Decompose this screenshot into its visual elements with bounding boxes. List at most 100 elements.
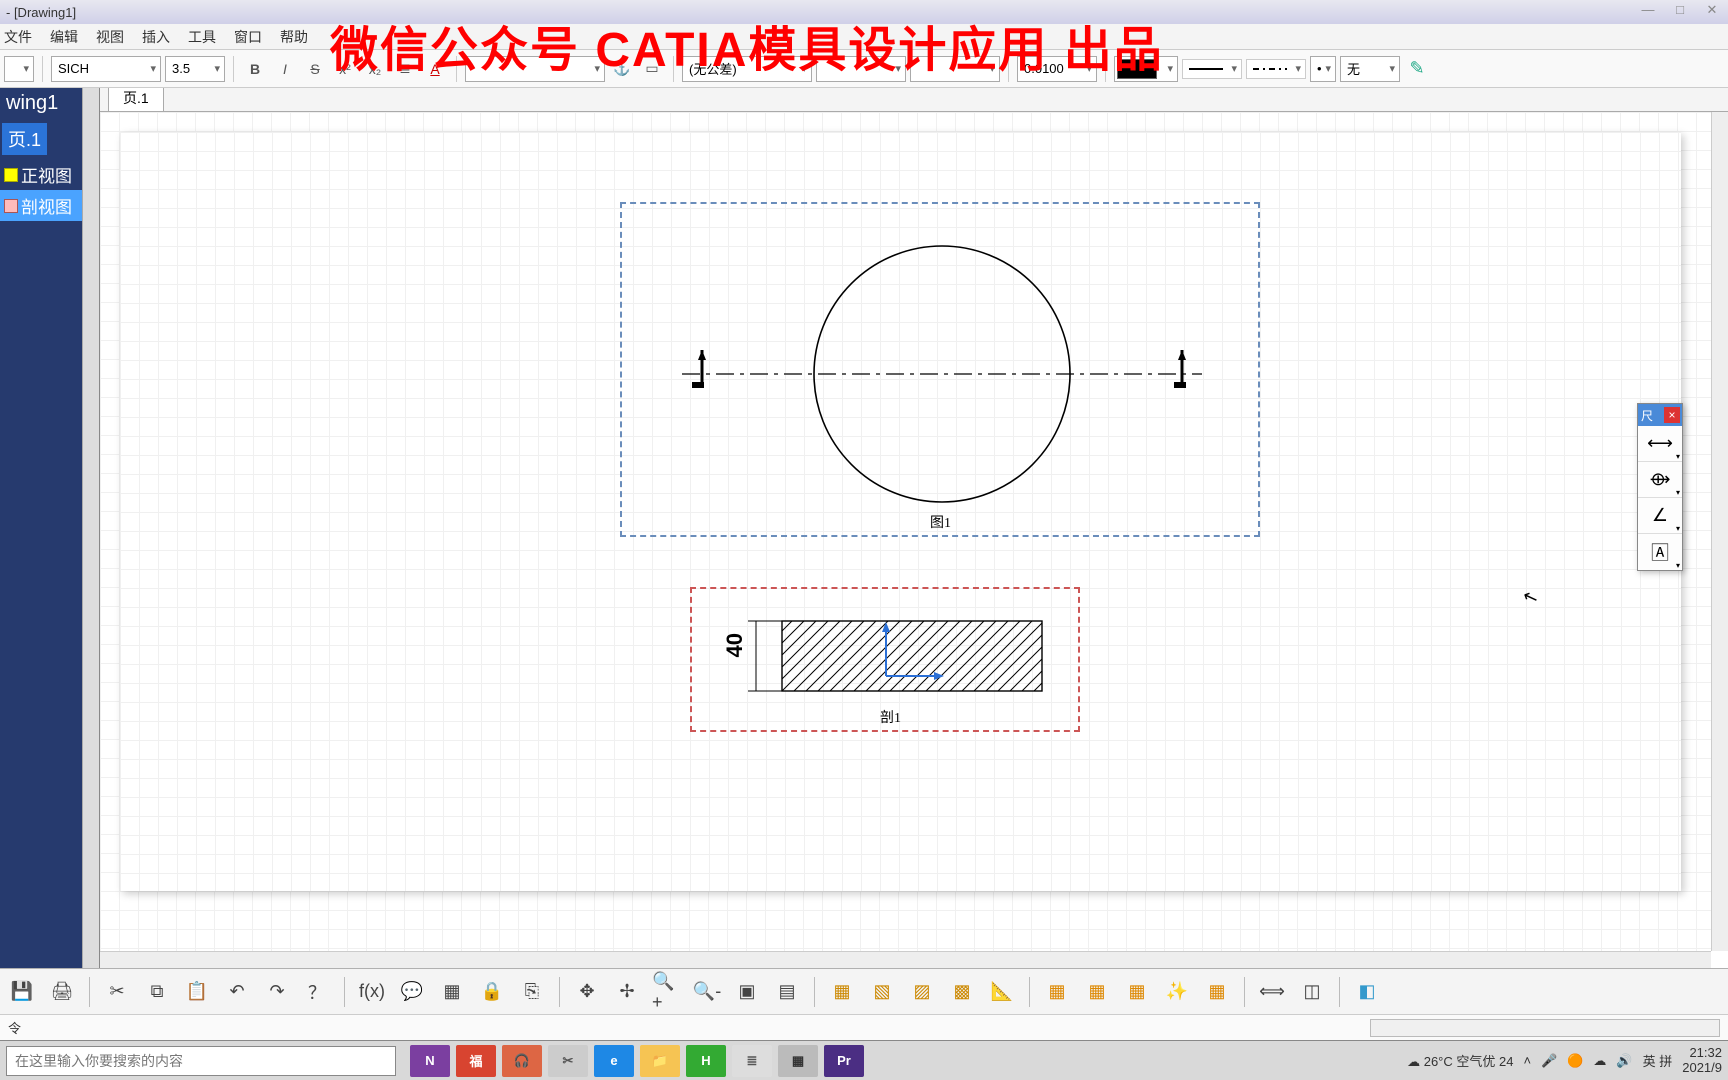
font-combo[interactable]: SICH bbox=[51, 56, 161, 82]
windows-search[interactable]: 在这里输入你要搜索的内容 bbox=[6, 1046, 396, 1076]
tray-app2-icon[interactable]: ☁ bbox=[1593, 1053, 1606, 1069]
table-icon[interactable]: ▦ bbox=[436, 976, 468, 1008]
exit-icon[interactable]: ⎘ bbox=[516, 976, 548, 1008]
step-combo[interactable]: 0.0100 bbox=[1017, 56, 1097, 82]
tol-val2[interactable] bbox=[910, 56, 1000, 82]
copy-icon[interactable]: ⧉ bbox=[141, 976, 173, 1008]
dimension-palette[interactable]: 尺 × ⟷▾ ⟴▾ ∠▾ 🄰▾ bbox=[1637, 403, 1683, 571]
save-icon[interactable]: 💾 bbox=[6, 976, 38, 1008]
italic-button[interactable]: I bbox=[272, 56, 298, 82]
linetype-solid[interactable] bbox=[1182, 59, 1242, 79]
grid4-icon[interactable]: ▩ bbox=[946, 976, 978, 1008]
app-audio-icon[interactable]: 🎧 bbox=[502, 1045, 542, 1077]
font-size-combo[interactable]: 3.5 bbox=[165, 56, 225, 82]
tray-volume-icon[interactable]: 🔊 bbox=[1616, 1053, 1632, 1069]
bottom-toolbar: 💾 🖨 ✂ ⧉ 📋 ↶ ↷ ？ f(x) 💬 ▦ 🔒 ⎘ ✥ ✢ 🔍+ 🔍- ▣… bbox=[0, 968, 1728, 1014]
grid2-icon[interactable]: ▧ bbox=[866, 976, 898, 1008]
undo-icon[interactable]: ↶ bbox=[221, 976, 253, 1008]
frame-icon[interactable]: ▭ bbox=[639, 56, 665, 82]
sheet-tab[interactable]: 页.1 bbox=[108, 88, 164, 111]
snap3-icon[interactable]: ▦ bbox=[1121, 976, 1153, 1008]
multi-view-icon[interactable]: ▤ bbox=[771, 976, 803, 1008]
text-app-icon[interactable]: ≣ bbox=[732, 1045, 772, 1077]
fx-icon[interactable]: f(x) bbox=[356, 976, 388, 1008]
balloon-icon[interactable]: 💬 bbox=[396, 976, 428, 1008]
zoomin-icon[interactable]: 🔍+ bbox=[651, 976, 683, 1008]
tolerance-combo[interactable]: (无公差) bbox=[682, 56, 812, 82]
subscript-button[interactable]: x₂ bbox=[362, 56, 388, 82]
menu-window[interactable]: 窗口 bbox=[234, 27, 262, 47]
menu-edit[interactable]: 编辑 bbox=[50, 27, 78, 47]
grid1-icon[interactable]: ▦ bbox=[826, 976, 858, 1008]
normal-view-icon[interactable]: ▣ bbox=[731, 976, 763, 1008]
dim-icon[interactable]: ⟺ bbox=[1256, 976, 1288, 1008]
canvas-scrollbar-h[interactable] bbox=[100, 951, 1711, 968]
cut-icon[interactable]: ✂ bbox=[101, 976, 133, 1008]
font-color-button[interactable]: A bbox=[422, 56, 448, 82]
line-end-combo[interactable]: 无 bbox=[1340, 56, 1400, 82]
edge-icon[interactable]: e bbox=[594, 1045, 634, 1077]
snip-icon[interactable]: ✂ bbox=[548, 1045, 588, 1077]
input-method[interactable]: 英 拼 bbox=[1643, 1051, 1673, 1070]
minimize-button[interactable]: — bbox=[1636, 2, 1660, 20]
h-app-icon[interactable]: H bbox=[686, 1045, 726, 1077]
tray-chevron-icon[interactable]: ˄ bbox=[1523, 1053, 1531, 1068]
menu-tools[interactable]: 工具 bbox=[188, 27, 216, 47]
superscript-button[interactable]: x² bbox=[332, 56, 358, 82]
app-red-icon[interactable]: 福 bbox=[456, 1045, 496, 1077]
linear-dim-button[interactable]: ⟷▾ bbox=[1638, 426, 1682, 462]
snap5-icon[interactable]: ▦ bbox=[1201, 976, 1233, 1008]
tray-mic-icon[interactable]: 🎤 bbox=[1541, 1053, 1557, 1069]
clock[interactable]: 21:32 2021/9 bbox=[1682, 1046, 1722, 1075]
radial-dim-button[interactable]: ⟴▾ bbox=[1638, 462, 1682, 498]
bold-button[interactable]: B bbox=[242, 56, 268, 82]
menu-file[interactable]: 文件 bbox=[4, 27, 32, 47]
palette-close-button[interactable]: × bbox=[1664, 407, 1680, 423]
drawing-canvas[interactable]: 图1 40 剖1 bbox=[100, 112, 1711, 951]
canvas-scrollbar-v[interactable] bbox=[1711, 112, 1728, 951]
ref-icon[interactable]: ◫ bbox=[1296, 976, 1328, 1008]
menu-insert[interactable]: 插入 bbox=[142, 27, 170, 47]
palette-header[interactable]: 尺 × bbox=[1638, 404, 1682, 426]
redo-icon[interactable]: ↷ bbox=[261, 976, 293, 1008]
close-button[interactable]: ✕ bbox=[1700, 2, 1724, 20]
front-view-frame[interactable]: 图1 bbox=[620, 202, 1260, 537]
tray-app1-icon[interactable]: 🟠 bbox=[1567, 1053, 1583, 1069]
grid3-icon[interactable]: ▨ bbox=[906, 976, 938, 1008]
eraser-icon[interactable]: ◧ bbox=[1351, 976, 1383, 1008]
zoomout-icon[interactable]: 🔍- bbox=[691, 976, 723, 1008]
lock-icon[interactable]: 🔒 bbox=[476, 976, 508, 1008]
linetype-dashed[interactable] bbox=[1246, 59, 1306, 79]
brush-icon[interactable]: ✎ bbox=[1404, 56, 1430, 82]
fit-icon[interactable]: ✥ bbox=[571, 976, 603, 1008]
strike-button[interactable]: S bbox=[302, 56, 328, 82]
tree-page[interactable]: 页.1 bbox=[2, 123, 47, 155]
feature-tree[interactable]: wing1 页.1 正视图 剖视图 bbox=[0, 88, 100, 968]
print-icon[interactable]: 🖨 bbox=[46, 976, 78, 1008]
annotation-button[interactable]: 🄰▾ bbox=[1638, 534, 1682, 570]
onenote-icon[interactable]: N bbox=[410, 1045, 450, 1077]
blank-combo1[interactable] bbox=[465, 56, 605, 82]
premiere-icon[interactable]: Pr bbox=[824, 1045, 864, 1077]
color-swatch[interactable] bbox=[1114, 56, 1178, 82]
pan-icon[interactable]: ✢ bbox=[611, 976, 643, 1008]
style-combo[interactable] bbox=[4, 56, 34, 82]
menu-view[interactable]: 视图 bbox=[96, 27, 124, 47]
align-button[interactable]: ≣ bbox=[392, 56, 418, 82]
snap4-icon[interactable]: ✨ bbox=[1161, 976, 1193, 1008]
maximize-button[interactable]: □ bbox=[1668, 2, 1692, 20]
whatsthis-icon[interactable]: ？ bbox=[301, 976, 333, 1008]
point-style[interactable]: • bbox=[1310, 56, 1336, 82]
anchor-icon[interactable]: ⚓ bbox=[609, 56, 635, 82]
angle-dim-button[interactable]: ∠▾ bbox=[1638, 498, 1682, 534]
menu-help[interactable]: 帮助 bbox=[280, 27, 308, 47]
paste-icon[interactable]: 📋 bbox=[181, 976, 213, 1008]
weather-widget[interactable]: ☁ 26°C 空气优 24 bbox=[1407, 1051, 1513, 1070]
snap1-icon[interactable]: ▦ bbox=[1041, 976, 1073, 1008]
snap2-icon[interactable]: ▦ bbox=[1081, 976, 1113, 1008]
tree-scrollbar[interactable] bbox=[82, 88, 99, 968]
tol-val1[interactable] bbox=[816, 56, 906, 82]
analyze-icon[interactable]: 📐 bbox=[986, 976, 1018, 1008]
explorer-icon[interactable]: 📁 bbox=[640, 1045, 680, 1077]
calc-icon[interactable]: ▦ bbox=[778, 1045, 818, 1077]
